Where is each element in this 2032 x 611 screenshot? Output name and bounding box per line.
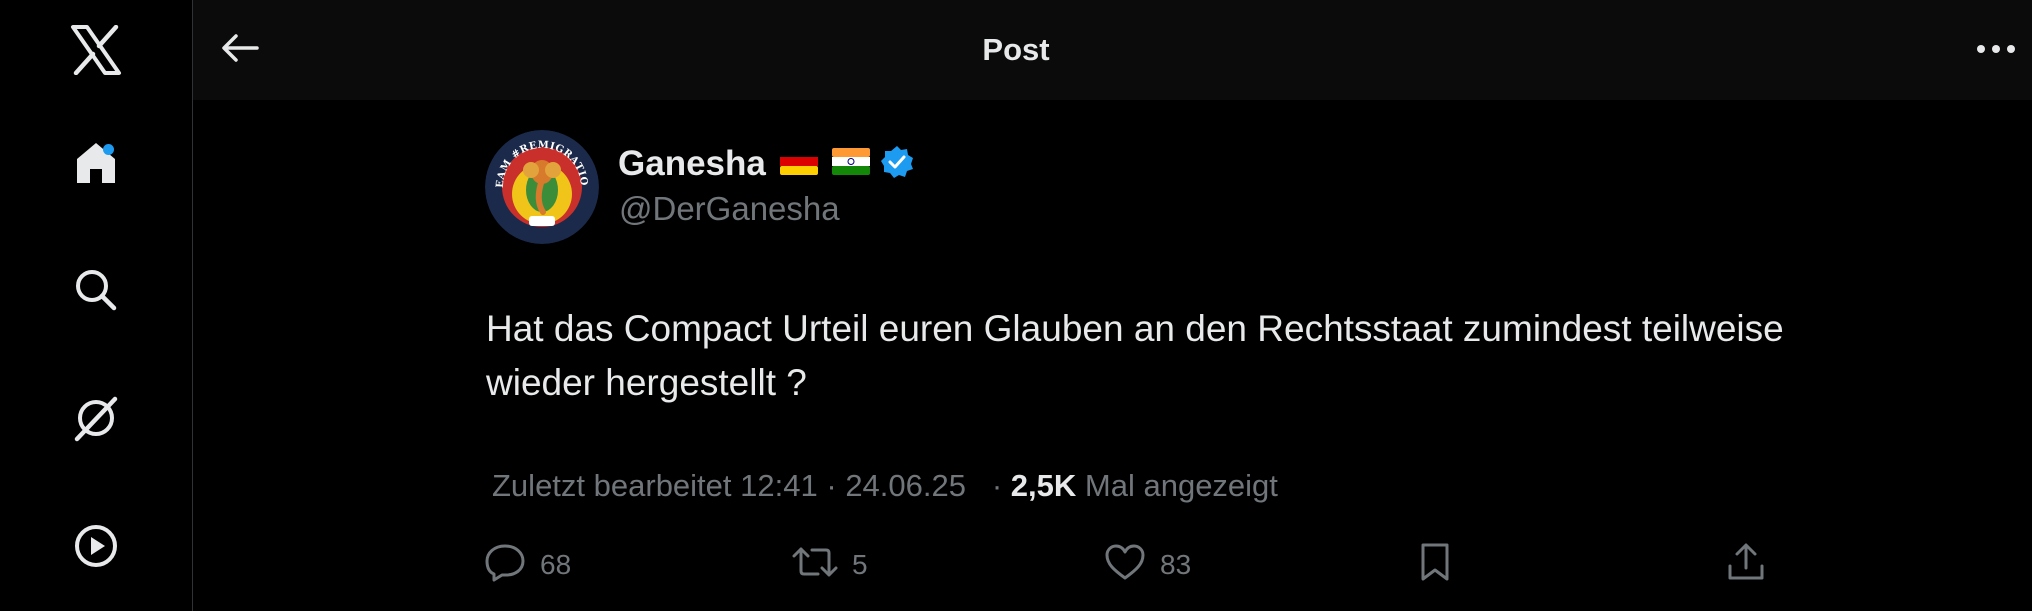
verified-badge-icon[interactable] xyxy=(880,145,914,184)
like-button[interactable]: 83 xyxy=(1104,540,1191,590)
header-bar xyxy=(193,0,2032,100)
sidebar-item-grok[interactable] xyxy=(62,384,130,452)
post-text: Hat das Compact Urteil euren Glauben an … xyxy=(486,308,1784,403)
bookmark-icon xyxy=(1418,542,1452,589)
sidebar-item-search[interactable] xyxy=(62,256,130,324)
reply-button[interactable]: 68 xyxy=(484,540,571,590)
repost-count: 5 xyxy=(852,549,868,580)
post-date[interactable]: 24.06.25 xyxy=(845,468,966,503)
repost-button[interactable]: 5 xyxy=(792,540,868,590)
meta-separator: · xyxy=(826,468,837,503)
india-flag-icon xyxy=(831,148,870,180)
heart-icon xyxy=(1104,543,1146,588)
author-name-row: Ganesha xyxy=(618,142,914,186)
arrow-left-icon xyxy=(220,32,260,69)
avatar[interactable]: TEAM #REMIGRATION xyxy=(485,130,599,244)
sidebar-item-video[interactable] xyxy=(62,512,130,580)
views-label: Mal angezeigt xyxy=(1084,468,1278,503)
x-logo-icon[interactable] xyxy=(62,16,130,84)
author-name[interactable]: Ganesha xyxy=(618,144,766,184)
reply-count: 68 xyxy=(540,549,572,580)
notification-dot xyxy=(103,144,114,155)
views-count: 2,5K xyxy=(1010,468,1077,503)
post-meta: Zuletzt bearbeitet 12:41 · 24.06.25 · 2,… xyxy=(492,468,1278,504)
sidebar-nav xyxy=(0,0,193,611)
edited-label[interactable]: Zuletzt bearbeitet xyxy=(492,468,732,503)
post-time[interactable]: 12:41 xyxy=(740,468,818,503)
app-window: Post TEAM #REMIGRATION xyxy=(0,0,2032,611)
repost-icon xyxy=(792,543,838,588)
author-handle[interactable]: @DerGanesha xyxy=(619,190,840,228)
bookmark-button[interactable] xyxy=(1418,540,1452,590)
more-options-button[interactable] xyxy=(1966,20,2026,80)
reply-icon xyxy=(484,542,526,589)
sidebar-item-home[interactable] xyxy=(62,128,130,196)
grok-icon xyxy=(71,393,121,443)
like-count: 83 xyxy=(1160,549,1192,580)
germany-flag-icon xyxy=(779,148,818,180)
more-horizontal-icon xyxy=(1976,41,2016,59)
share-icon xyxy=(1726,542,1766,589)
share-button[interactable] xyxy=(1726,540,1766,590)
play-icon xyxy=(73,523,119,569)
meta-separator-2: · xyxy=(991,468,1003,503)
back-button[interactable] xyxy=(210,20,270,80)
search-icon xyxy=(74,268,118,312)
